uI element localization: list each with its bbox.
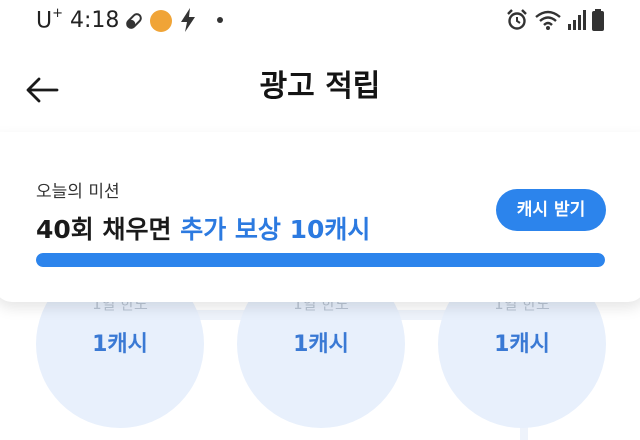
receive-cash-button[interactable]: 캐시 받기 (496, 189, 606, 231)
signal-icon (568, 10, 586, 30)
mission-progress-bar (36, 253, 605, 267)
mission-progress-fill (36, 253, 605, 267)
reward-amount: 1캐시 (92, 332, 148, 357)
page-title: 광고 적립 (259, 69, 381, 104)
carrier-plus: + (52, 6, 64, 21)
carrier-name: U (36, 8, 53, 34)
ad-reward-screen: U+ 4:18 광고 적립 1일 한도 1캐시 1일 한도 1캐시 1일 한도 … (0, 0, 640, 440)
alarm-icon (507, 9, 527, 30)
mission-title-highlight: 추가 보상 10캐시 (180, 215, 371, 244)
lightning-icon (181, 8, 195, 32)
reward-amount: 1캐시 (494, 332, 550, 357)
mission-card: 오늘의 미션 40회 채우면 추가 보상 10캐시 캐시 받기 (0, 132, 640, 302)
carrier-label: U+ (36, 6, 64, 34)
wifi-icon (535, 10, 561, 30)
notification-dot-icon (217, 17, 223, 23)
pill-icon (126, 13, 142, 29)
mission-title-prefix: 40회 채우면 (36, 215, 181, 244)
status-bar: U+ 4:18 (0, 0, 640, 46)
mission-label: 오늘의 미션 (36, 182, 120, 202)
reward-amount: 1캐시 (293, 332, 349, 357)
status-time: 4:18 (70, 8, 120, 33)
battery-icon (592, 9, 604, 31)
mission-title: 40회 채우면 추가 보상 10캐시 (36, 210, 370, 246)
package-app-icon (150, 10, 172, 32)
